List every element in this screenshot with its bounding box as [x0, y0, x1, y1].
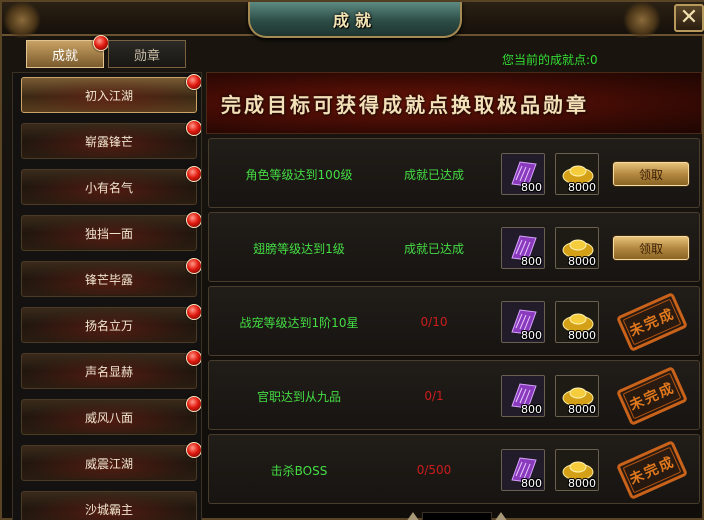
banner-text: 完成目标可获得成就点换取极品勋章 — [221, 92, 589, 117]
achievement-points: 您当前的成就点:0 — [502, 51, 598, 68]
incomplete-stamp: 未完成 — [615, 292, 689, 352]
notification-dot-icon — [186, 120, 201, 136]
achievement-row: 翅膀等级达到1级 成就已达成 800 8000 领取 — [208, 212, 700, 282]
achievement-status: 成就已达成 — [403, 241, 464, 256]
incomplete-stamp: 未完成 — [615, 366, 689, 426]
title-bar: 成就 ✕ — [2, 2, 704, 38]
reward-count: 8000 — [568, 255, 596, 268]
category-item-3[interactable]: 独挡一面 — [21, 212, 201, 251]
notification-dot-icon — [186, 258, 201, 274]
window-title: 成就 — [332, 11, 377, 30]
claim-button[interactable]: 领取 — [613, 162, 689, 186]
title-plate: 成就 — [248, 2, 462, 38]
tab-label: 成就 — [51, 48, 78, 64]
reward-slot[interactable]: 8000 — [555, 301, 599, 343]
category-label: 威风八面 — [84, 410, 133, 425]
tab-label: 勋章 — [133, 48, 160, 64]
reward-count: 800 — [521, 255, 542, 268]
reward-slot[interactable]: 800 — [501, 449, 545, 491]
category-label: 声名显赫 — [84, 364, 133, 379]
reward-slot[interactable]: 8000 — [555, 375, 599, 417]
category-item-7[interactable]: 威风八面 — [21, 396, 201, 435]
achievement-name: 官职达到从九品 — [256, 389, 341, 404]
tab-medals[interactable]: 勋章 — [108, 40, 186, 68]
notification-dot-icon — [186, 304, 201, 320]
close-button[interactable]: ✕ — [674, 4, 704, 32]
achievement-banner: 完成目标可获得成就点换取极品勋章 — [206, 72, 702, 134]
incomplete-stamp: 未完成 — [615, 440, 689, 500]
reward-count: 800 — [521, 329, 542, 342]
reward-slot[interactable]: 800 — [501, 227, 545, 269]
notification-dot-icon — [186, 74, 201, 90]
category-item-4[interactable]: 锋芒毕露 — [21, 258, 201, 297]
reward-slot[interactable]: 800 — [501, 301, 545, 343]
page-indicator — [422, 512, 492, 520]
achievement-name: 击杀BOSS — [270, 463, 328, 478]
reward-count: 800 — [521, 181, 542, 194]
claim-button[interactable]: 领取 — [613, 236, 689, 260]
achievement-progress: 0/1 — [424, 389, 444, 403]
category-label: 沙城霸主 — [84, 502, 133, 517]
achievement-window: 成就 ✕ 成就 勋章 您当前的成就点:0 初入江湖 崭露锋芒 小有名气 独挡一面… — [0, 0, 704, 520]
reward-count: 8000 — [568, 181, 596, 194]
achievement-status: 成就已达成 — [403, 167, 464, 182]
category-item-8[interactable]: 威震江湖 — [21, 442, 201, 481]
reward-count: 8000 — [568, 477, 596, 490]
category-label: 威震江湖 — [84, 456, 133, 471]
achievement-row: 角色等级达到100级 成就已达成 800 8000 领取 — [208, 138, 700, 208]
corner-ornament — [622, 2, 662, 38]
corner-ornament — [2, 2, 42, 38]
category-item-1[interactable]: 崭露锋芒 — [21, 120, 201, 159]
category-item-2[interactable]: 小有名气 — [21, 166, 201, 205]
category-list: 初入江湖 崭露锋芒 小有名气 独挡一面 锋芒毕露 扬名立万 声名显赫 威风八面 — [12, 72, 202, 520]
category-label: 锋芒毕露 — [84, 272, 133, 287]
achievement-row: 战宠等级达到1阶10星 0/10 800 8000 未完成 — [208, 286, 700, 356]
achievement-name: 翅膀等级达到1级 — [253, 241, 345, 256]
reward-count: 8000 — [568, 329, 596, 342]
achievement-name: 角色等级达到100级 — [245, 167, 353, 182]
reward-slot[interactable]: 800 — [501, 375, 545, 417]
reward-count: 800 — [521, 477, 542, 490]
reward-slot[interactable]: 8000 — [555, 227, 599, 269]
category-item-6[interactable]: 声名显赫 — [21, 350, 201, 389]
page-up-arrow-icon[interactable] — [406, 512, 420, 520]
tab-bar: 成就 勋章 — [26, 35, 186, 68]
reward-slot[interactable]: 800 — [501, 153, 545, 195]
category-item-0[interactable]: 初入江湖 — [21, 74, 201, 113]
reward-slot[interactable]: 8000 — [555, 449, 599, 491]
achievement-progress: 0/10 — [420, 315, 448, 329]
category-label: 独挡一面 — [84, 226, 133, 241]
achievement-row: 击杀BOSS 0/500 800 8000 未完成 — [208, 434, 700, 504]
notification-dot-icon — [93, 35, 109, 51]
notification-dot-icon — [186, 166, 201, 182]
points-label: 您当前的成就点:0 — [502, 53, 598, 67]
notification-dot-icon — [186, 396, 201, 412]
pagination — [402, 510, 508, 520]
category-item-9[interactable]: 沙城霸主 — [21, 491, 197, 520]
category-label: 初入江湖 — [84, 88, 133, 103]
achievement-row: 官职达到从九品 0/1 800 8000 未完成 — [208, 360, 700, 430]
category-label: 扬名立万 — [84, 318, 133, 333]
notification-dot-icon — [186, 212, 201, 228]
category-item-5[interactable]: 扬名立万 — [21, 304, 201, 343]
page-down-arrow-icon[interactable] — [494, 512, 508, 520]
category-label: 崭露锋芒 — [84, 134, 133, 149]
close-icon: ✕ — [679, 5, 699, 30]
notification-dot-icon — [186, 442, 201, 458]
reward-slot[interactable]: 8000 — [555, 153, 599, 195]
reward-count: 8000 — [568, 403, 596, 416]
tab-achievements[interactable]: 成就 — [26, 35, 109, 68]
achievement-progress: 0/500 — [416, 463, 452, 477]
achievement-name: 战宠等级达到1阶10星 — [239, 315, 359, 330]
notification-dot-icon — [186, 350, 201, 366]
reward-count: 800 — [521, 403, 542, 416]
category-label: 小有名气 — [84, 180, 133, 195]
